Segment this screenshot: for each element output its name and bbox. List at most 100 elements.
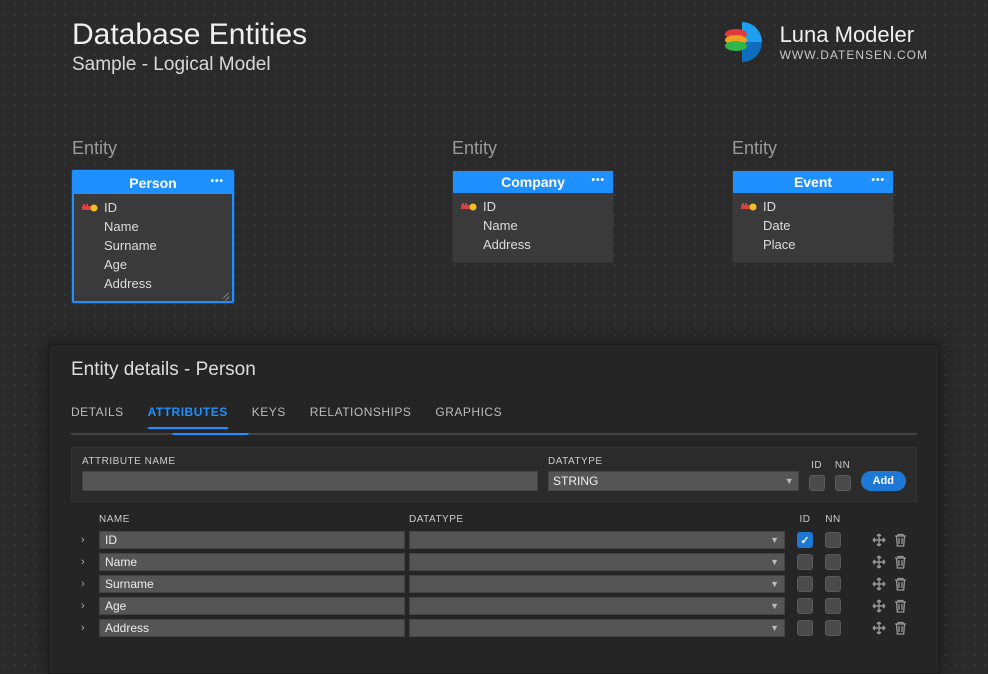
delete-icon[interactable] [894,577,907,591]
row-datatype-select[interactable]: ▼ [409,597,785,615]
attributes-grid: NAME DATATYPE ID NN ›▼›▼›▼›▼›▼ [71,508,917,639]
row-nn-checkbox[interactable] [825,598,841,614]
row-nn-checkbox[interactable] [825,576,841,592]
expand-row-icon[interactable]: › [81,578,99,590]
row-id-checkbox[interactable] [797,576,813,592]
tabs-underline [71,433,917,435]
row-datatype-select[interactable]: ▼ [409,575,785,593]
entity-attribute-name: ID [483,199,496,214]
id-checkbox[interactable] [809,475,825,491]
expand-row-icon[interactable]: › [81,534,99,546]
entity-attribute-name: Surname [104,238,157,253]
entity-attribute-name: Address [483,237,531,252]
row-name-input[interactable] [99,575,405,593]
chevron-down-icon: ▼ [770,623,779,633]
grid-header: NAME DATATYPE ID NN [71,508,917,529]
move-icon[interactable] [872,555,886,569]
primary-key-icon [741,202,757,212]
entity-menu-icon[interactable]: ••• [871,175,885,186]
delete-icon[interactable] [894,533,907,547]
delete-icon[interactable] [894,599,907,613]
entity-attribute: Place [741,235,885,254]
entity-attribute-name: Address [104,276,152,291]
chevron-down-icon: ▼ [770,535,779,545]
entity-attribute-name: Age [104,257,127,272]
row-id-checkbox[interactable] [797,554,813,570]
move-icon[interactable] [872,599,886,613]
entity-menu-icon[interactable]: ••• [210,176,224,187]
panel-tabs: DETAILS ATTRIBUTES KEYS RELATIONSHIPS GRAPHI… [49,391,939,433]
grid-head-name: NAME [99,514,409,525]
grid-row: ›▼ [71,529,917,551]
move-icon[interactable] [872,621,886,635]
expand-row-icon[interactable]: › [81,600,99,612]
row-id-checkbox[interactable] [797,532,813,548]
primary-key-icon [461,221,477,231]
move-icon[interactable] [872,577,886,591]
resize-handle[interactable] [220,289,230,299]
attribute-name-input[interactable] [82,471,538,491]
primary-key-icon [741,240,757,250]
row-nn-checkbox[interactable] [825,620,841,636]
grid-head-id: ID [791,514,819,525]
entity-box-person[interactable]: Person•••IDNameSurnameAgeAddress [72,170,234,303]
entity-attribute: Age [82,255,224,274]
entity-header[interactable]: Person••• [74,172,232,194]
entity-attribute-name: Name [483,218,518,233]
entity-label: Entity [72,138,117,159]
row-id-checkbox[interactable] [797,598,813,614]
row-name-input[interactable] [99,553,405,571]
grid-row: ›▼ [71,595,917,617]
entity-attribute-name: ID [104,200,117,215]
chevron-down-icon: ▼ [785,476,794,486]
brand-url: WWW.DATENSEN.COM [780,48,928,62]
entity-label: Entity [732,138,777,159]
entity-attribute: ID [82,198,224,217]
entity-header[interactable]: Company ••• [453,171,613,193]
row-datatype-select[interactable]: ▼ [409,531,785,549]
row-nn-checkbox[interactable] [825,532,841,548]
grid-row: ›▼ [71,617,917,639]
tab-graphics[interactable]: GRAPHICS [435,401,502,429]
entity-attribute: ID [461,197,605,216]
entity-attribute: Date [741,216,885,235]
nn-checkbox[interactable] [835,475,851,491]
datatype-select-value: STRING [553,474,598,488]
datatype-select[interactable]: STRING ▼ [548,471,799,491]
grid-head-nn: NN [819,514,847,525]
row-name-input[interactable] [99,531,405,549]
entity-box-event[interactable]: Event•••IDDatePlace [732,170,894,263]
row-datatype-select[interactable]: ▼ [409,619,785,637]
entity-menu-icon[interactable]: ••• [591,175,605,186]
row-id-checkbox[interactable] [797,620,813,636]
tab-attributes[interactable]: ATTRIBUTES [148,401,228,429]
form-label-attribute-name: ATTRIBUTE NAME [82,456,538,467]
row-datatype-select[interactable]: ▼ [409,553,785,571]
brand-text: Luna Modeler WWW.DATENSEN.COM [780,22,928,62]
row-name-input[interactable] [99,619,405,637]
brand-title: Luna Modeler [780,22,928,48]
add-attribute-button[interactable]: Add [861,471,906,491]
tab-details[interactable]: DETAILS [71,401,124,429]
move-icon[interactable] [872,533,886,547]
form-label-nn: NN [835,460,850,471]
tab-keys[interactable]: KEYS [252,401,286,429]
row-name-input[interactable] [99,597,405,615]
entity-attribute: Address [461,235,605,254]
entity-details-panel: Entity details - Person DETAILSATTRIBUTE… [48,344,940,674]
expand-row-icon[interactable]: › [81,622,99,634]
primary-key-icon [461,240,477,250]
entity-attribute-name: Place [763,237,796,252]
primary-key-icon [82,241,98,251]
entity-attribute: Surname [82,236,224,255]
entity-header[interactable]: Event••• [733,171,893,193]
delete-icon[interactable] [894,555,907,569]
delete-icon[interactable] [894,621,907,635]
entity-attributes: IDDatePlace [733,193,893,262]
brand: Luna Modeler WWW.DATENSEN.COM [718,18,928,66]
tab-relationships[interactable]: RELATIONSHIPS [310,401,412,429]
entity-name: Company [501,174,565,190]
expand-row-icon[interactable]: › [81,556,99,568]
entity-box-company[interactable]: Company ••• ID Name Address [452,170,614,263]
row-nn-checkbox[interactable] [825,554,841,570]
